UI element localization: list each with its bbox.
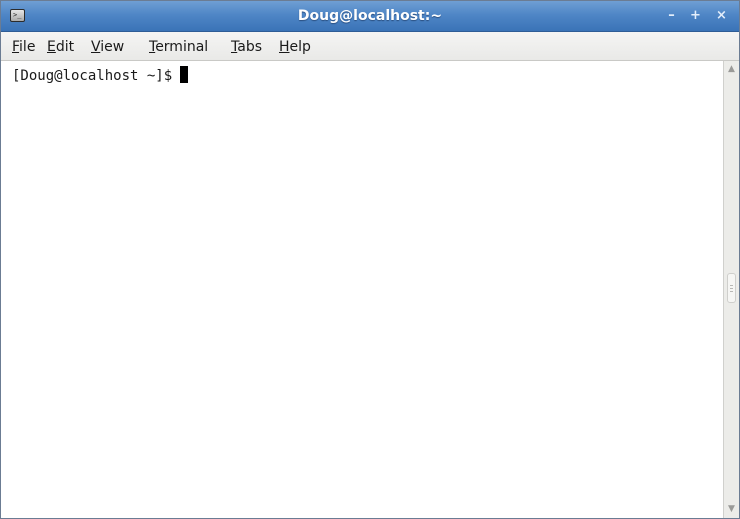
menu-view-mnemonic: V <box>91 39 101 55</box>
menu-help[interactable]: Help <box>279 39 311 55</box>
menu-file-label: ile <box>19 39 36 55</box>
menu-help-mnemonic: H <box>279 39 290 55</box>
menu-bar: File Edit View Terminal Tabs Help <box>1 32 739 61</box>
menu-view-label: iew <box>100 39 125 55</box>
grip-line <box>730 288 733 289</box>
title-bar[interactable]: >_ Doug@localhost:~ – + × <box>1 1 739 32</box>
maximize-icon[interactable]: + <box>686 7 705 25</box>
close-icon[interactable]: × <box>712 7 731 25</box>
menu-file[interactable]: File <box>12 39 35 55</box>
menu-edit-mnemonic: E <box>47 39 56 55</box>
menu-tabs[interactable]: Tabs <box>231 39 262 55</box>
window-title: Doug@localhost:~ <box>297 8 443 24</box>
menu-edit-label: dit <box>55 39 75 55</box>
minimize-icon[interactable]: – <box>662 7 681 25</box>
vertical-scrollbar[interactable]: ▲ ▼ <box>723 61 739 518</box>
menu-help-label: elp <box>289 39 311 55</box>
prompt-line: [Doug@localhost ~]$ <box>12 66 189 85</box>
menu-terminal[interactable]: Terminal <box>149 39 208 55</box>
menu-file-mnemonic: F <box>12 39 20 55</box>
scroll-down-arrow-icon[interactable]: ▼ <box>726 504 737 515</box>
menu-terminal-label: erminal <box>155 39 209 55</box>
text-cursor <box>180 66 189 83</box>
menu-edit[interactable]: Edit <box>47 39 74 55</box>
menu-view[interactable]: View <box>91 39 124 55</box>
grip-line <box>730 291 733 292</box>
terminal-area[interactable]: [Doug@localhost ~]$ <box>1 61 723 518</box>
grip-line <box>730 285 733 286</box>
menu-tabs-label: abs <box>237 39 262 55</box>
terminal-window: >_ Doug@localhost:~ – + × File Edit View… <box>0 0 740 519</box>
scroll-thumb[interactable] <box>727 273 736 303</box>
shell-prompt: [Doug@localhost ~]$ <box>12 68 173 84</box>
scroll-up-arrow-icon[interactable]: ▲ <box>726 64 737 75</box>
